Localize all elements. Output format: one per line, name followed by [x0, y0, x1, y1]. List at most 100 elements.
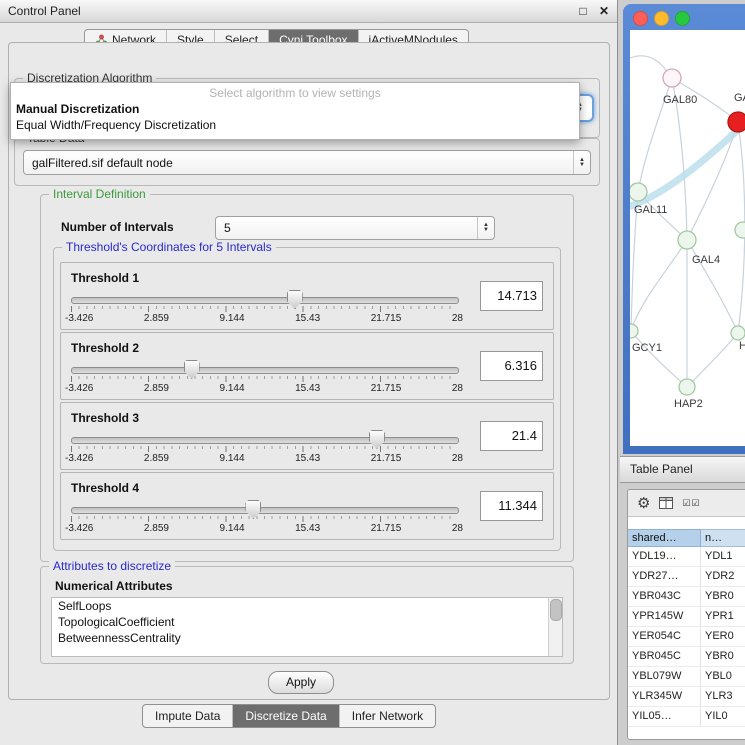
- table-row[interactable]: YER054C YER0: [628, 627, 745, 647]
- tab-impute-data[interactable]: Impute Data: [143, 705, 232, 727]
- threshold-slider[interactable]: [71, 359, 457, 385]
- gear-icon[interactable]: ⚙: [637, 496, 650, 511]
- tick-label: -3.426: [65, 313, 93, 324]
- cell-shared-name[interactable]: YBL079W: [628, 667, 700, 686]
- node-gal11[interactable]: [630, 183, 647, 201]
- attribute-list-item[interactable]: BetweennessCentrality: [52, 630, 562, 646]
- attribute-list-item[interactable]: SelfLoops: [52, 598, 562, 614]
- cell-shared-name[interactable]: YPR145W: [628, 607, 700, 626]
- table-header-row: shared… n…: [628, 529, 745, 547]
- cell-name[interactable]: YIL0: [700, 707, 745, 726]
- table-row[interactable]: YLR345W YLR3: [628, 687, 745, 707]
- table-spacer: [628, 517, 745, 529]
- node-hap2[interactable]: [679, 379, 695, 395]
- table-row[interactable]: YIL05… YIL0: [628, 707, 745, 727]
- table-row[interactable]: YBR043C YBR0: [628, 587, 745, 607]
- tick-label: 15.43: [295, 313, 320, 324]
- combobox-stepper[interactable]: ▲ ▼: [573, 151, 590, 174]
- dropdown-placeholder-option[interactable]: Select algorithm to view settings: [11, 83, 579, 100]
- close-window-icon[interactable]: ✕: [599, 4, 609, 18]
- attribute-list-item[interactable]: TopologicalCoefficient: [52, 614, 562, 630]
- slider-track[interactable]: [71, 367, 459, 374]
- tick-label: 21.715: [371, 453, 402, 464]
- slider-track[interactable]: [71, 297, 459, 304]
- number-of-intervals-combobox[interactable]: 5 ▲ ▼: [215, 216, 495, 240]
- threshold-coordinates-legend: Threshold's Coordinates for 5 Intervals: [62, 240, 276, 254]
- columns-icon[interactable]: [659, 497, 673, 509]
- slider-tick-labels: -3.4262.8599.14415.4321.71528: [65, 453, 463, 464]
- cell-name[interactable]: YPR1: [700, 607, 745, 626]
- list-scrollbar[interactable]: [548, 598, 562, 656]
- tick-label: 15.43: [295, 453, 320, 464]
- threshold-slider[interactable]: [71, 499, 457, 525]
- cell-shared-name[interactable]: YLR345W: [628, 687, 700, 706]
- cell-name[interactable]: YBR0: [700, 647, 745, 666]
- tick-label: 2.859: [144, 313, 169, 324]
- node-label-h: H: [739, 340, 745, 352]
- node-gal80[interactable]: [663, 69, 681, 87]
- node-h[interactable]: [731, 326, 745, 340]
- node-gcy1[interactable]: [630, 324, 638, 338]
- threshold-slider[interactable]: [71, 289, 457, 315]
- cell-shared-name[interactable]: YBR045C: [628, 647, 700, 666]
- table-panel-window: ⚙ ☑☑ shared… n… YDL19… YDL1 YDR27… YDR2 …: [627, 489, 745, 740]
- slider-tick-marks: [71, 516, 457, 522]
- numerical-attributes-list[interactable]: SelfLoopsTopologicalCoefficientBetweenne…: [51, 597, 563, 657]
- threshold-value-field[interactable]: 6.316: [480, 351, 543, 381]
- minimize-traffic-light-icon[interactable]: [654, 11, 669, 26]
- dropdown-option-equal-width[interactable]: Equal Width/Frequency Discretization: [11, 116, 579, 132]
- cell-name[interactable]: YBR0: [700, 587, 745, 606]
- tick-label: 21.715: [371, 383, 402, 394]
- cell-shared-name[interactable]: YIL05…: [628, 707, 700, 726]
- algorithm-dropdown-popup: Select algorithm to view settings Manual…: [10, 82, 580, 140]
- attributes-legend: Attributes to discretize: [49, 559, 175, 573]
- node-label-gcy1: GCY1: [632, 342, 662, 354]
- cell-name[interactable]: YDL1: [700, 547, 745, 566]
- threshold-label: Threshold 1: [71, 271, 139, 285]
- stepper-down-icon: ▼: [579, 163, 585, 168]
- table-row[interactable]: YBL079W YBL0: [628, 667, 745, 687]
- tab-infer-network[interactable]: Infer Network: [339, 705, 435, 727]
- number-of-intervals-label: Number of Intervals: [61, 220, 174, 234]
- column-header-shared-name[interactable]: shared…: [628, 529, 701, 547]
- table-row[interactable]: YPR145W YPR1: [628, 607, 745, 627]
- float-window-icon[interactable]: □: [579, 4, 586, 18]
- table-row[interactable]: YDL19… YDL1: [628, 547, 745, 567]
- scrollbar-thumb[interactable]: [550, 599, 562, 621]
- slider-track[interactable]: [71, 507, 459, 514]
- network-canvas[interactable]: GAL80 GA GAL11 GAL4 GCY1 H HAP2: [630, 30, 745, 446]
- tick-label: 2.859: [144, 453, 169, 464]
- cell-name[interactable]: YBL0: [700, 667, 745, 686]
- cell-shared-name[interactable]: YDR27…: [628, 567, 700, 586]
- zoom-traffic-light-icon[interactable]: [675, 11, 690, 26]
- threshold-slider[interactable]: [71, 429, 457, 455]
- cell-name[interactable]: YLR3: [700, 687, 745, 706]
- select-all-checkbox-icon[interactable]: ☑: [682, 498, 691, 508]
- cell-shared-name[interactable]: YBR043C: [628, 587, 700, 606]
- threshold-value-field[interactable]: 14.713: [480, 281, 543, 311]
- tick-label: 9.144: [220, 383, 245, 394]
- node-gal4[interactable]: [678, 231, 696, 249]
- cell-name[interactable]: YER0: [700, 627, 745, 646]
- close-traffic-light-icon[interactable]: [633, 11, 648, 26]
- table-data-combobox[interactable]: galFiltered.sif default node ▲ ▼: [23, 150, 591, 175]
- tab-discretize-data[interactable]: Discretize Data: [232, 705, 338, 727]
- table-row[interactable]: YDR27… YDR2: [628, 567, 745, 587]
- threshold-panel-1: Threshold 1 -3.4262.8599.14415.4321.7152…: [60, 262, 554, 330]
- cell-shared-name[interactable]: YER054C: [628, 627, 700, 646]
- apply-button[interactable]: Apply: [268, 671, 334, 694]
- slider-track[interactable]: [71, 437, 459, 444]
- threshold-value-field[interactable]: 21.4: [480, 421, 543, 451]
- cell-shared-name[interactable]: YDL19…: [628, 547, 700, 566]
- slider-tick-labels: -3.4262.8599.14415.4321.71528: [65, 523, 463, 534]
- node-selected-red[interactable]: [728, 112, 745, 132]
- table-row[interactable]: YBR045C YBR0: [628, 647, 745, 667]
- node-right-cut[interactable]: [735, 222, 745, 238]
- tick-label: -3.426: [65, 523, 93, 534]
- column-header-name[interactable]: n…: [701, 529, 745, 547]
- combobox-stepper[interactable]: ▲ ▼: [477, 217, 494, 239]
- select-none-checkbox-icon[interactable]: ☑: [692, 498, 701, 508]
- threshold-value-field[interactable]: 11.344: [480, 491, 543, 521]
- dropdown-option-manual-discretization[interactable]: Manual Discretization: [11, 100, 579, 116]
- cell-name[interactable]: YDR2: [700, 567, 745, 586]
